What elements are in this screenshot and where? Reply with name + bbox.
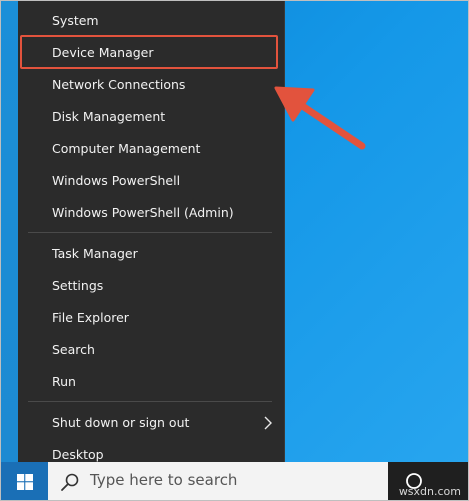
device-manager-highlight-box bbox=[20, 35, 278, 69]
menu-item-disk-management[interactable]: Disk Management bbox=[18, 103, 284, 131]
quick-link-menu: System Device Manager Network Connection… bbox=[18, 0, 285, 478]
menu-item-search[interactable]: Search bbox=[18, 336, 284, 364]
search-icon bbox=[61, 473, 79, 491]
menu-item-settings[interactable]: Settings bbox=[18, 272, 284, 300]
desktop-background bbox=[0, 0, 18, 462]
menu-item-system[interactable]: System bbox=[18, 7, 284, 35]
menu-item-run[interactable]: Run bbox=[18, 368, 284, 396]
taskbar: Type here to search wsxdn.com bbox=[0, 462, 469, 501]
menu-item-shut-down-or-sign-out[interactable]: Shut down or sign out bbox=[18, 409, 284, 437]
menu-item-file-explorer[interactable]: File Explorer bbox=[18, 304, 284, 332]
search-placeholder: Type here to search bbox=[90, 471, 238, 489]
windows-logo-icon bbox=[17, 474, 33, 490]
watermark: wsxdn.com bbox=[398, 485, 461, 498]
menu-item-network-connections[interactable]: Network Connections bbox=[18, 71, 284, 99]
chevron-right-icon bbox=[264, 416, 272, 430]
arrow-pointing-left-icon bbox=[274, 86, 366, 150]
menu-item-computer-management[interactable]: Computer Management bbox=[18, 135, 284, 163]
menu-item-task-manager[interactable]: Task Manager bbox=[18, 240, 284, 268]
menu-separator bbox=[28, 401, 272, 402]
menu-item-windows-powershell-admin[interactable]: Windows PowerShell (Admin) bbox=[18, 199, 284, 227]
taskbar-search-box[interactable]: Type here to search bbox=[48, 462, 388, 501]
menu-separator bbox=[28, 232, 272, 233]
start-button[interactable] bbox=[0, 462, 48, 501]
menu-item-windows-powershell[interactable]: Windows PowerShell bbox=[18, 167, 284, 195]
